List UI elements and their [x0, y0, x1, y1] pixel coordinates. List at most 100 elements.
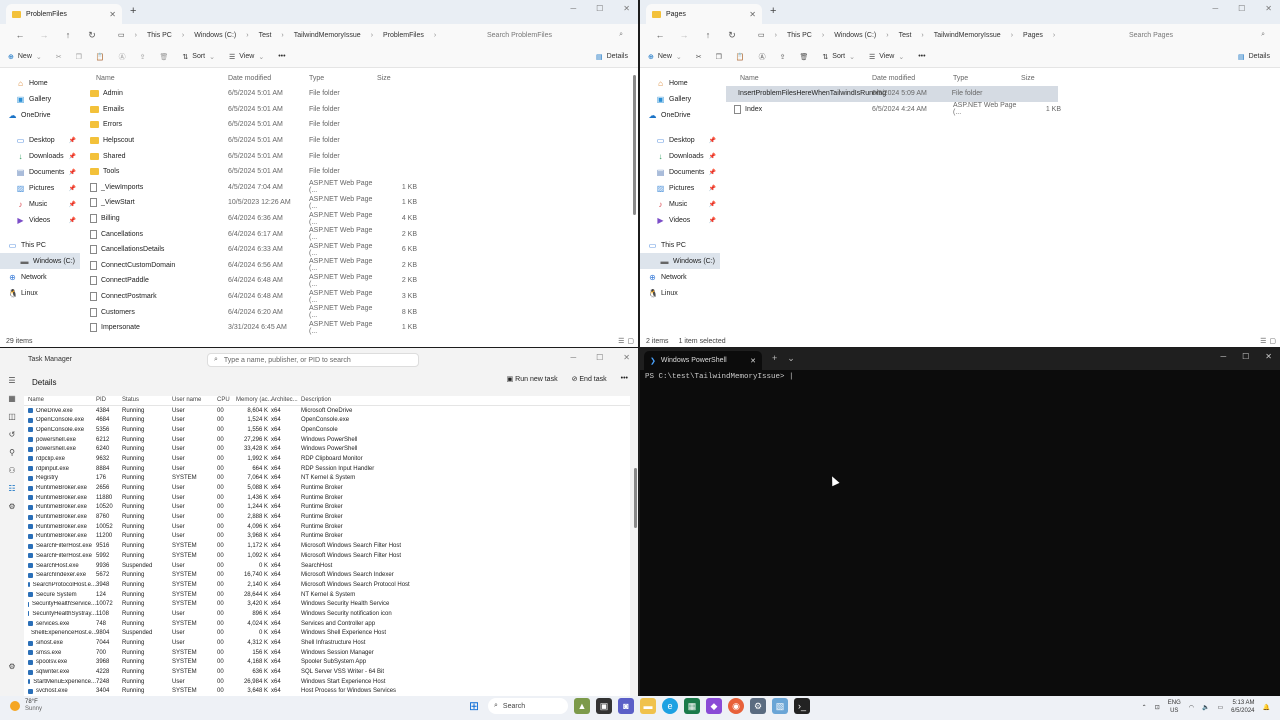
minimize-button[interactable]: ─	[570, 353, 576, 362]
column-cpu[interactable]: CPU	[217, 397, 236, 403]
nav-item-videos[interactable]: ▶ Videos 📌	[640, 212, 720, 228]
column-name[interactable]: Name	[726, 75, 872, 82]
file-row[interactable]: _ViewImports 4/5/2024 7:04 AM ASP.NET Web …	[82, 180, 630, 196]
nav-item-desktop[interactable]: ▭ Desktop 📌	[640, 132, 720, 148]
minimize-button[interactable]: ─	[1212, 4, 1218, 13]
nav-item-onedrive[interactable]: ☁ OneDrive	[640, 107, 720, 123]
dropdown-icon[interactable]: ⌄	[787, 353, 795, 364]
nav-item-network[interactable]: ⊕ Network	[0, 269, 80, 285]
search-input[interactable]: Search ProblemFiles ⌕	[480, 27, 630, 43]
nav-item-linux[interactable]: 🐧 Linux	[640, 285, 720, 301]
up-icon[interactable]: ↑	[696, 30, 720, 40]
refresh-icon[interactable]: ↻	[720, 30, 744, 41]
tab-powershell[interactable]: ❯ Windows PowerShell ✕	[644, 351, 762, 370]
refresh-icon[interactable]: ↻	[80, 30, 104, 41]
column-name[interactable]: Name	[24, 397, 96, 403]
hamburger-icon[interactable]: ☰	[8, 376, 15, 385]
process-row[interactable]: OpenConsole.exe 4684 Running User 00 1,524 Kx…	[24, 415, 630, 425]
column-architecture[interactable]: Architec...	[271, 397, 301, 403]
file-row[interactable]: Helpscout 6/5/2024 5:01 AM File folder	[82, 133, 630, 149]
file-row[interactable]: ConnectCustomDomain 6/4/2024 6:56 AM ASP.N…	[82, 258, 630, 274]
new-tab-button[interactable]: +	[770, 5, 776, 17]
close-window-button[interactable]: ✕	[1265, 4, 1272, 13]
terminal-app-icon[interactable]: ›_	[794, 698, 810, 714]
close-icon[interactable]: ✕	[749, 10, 756, 19]
rename-icon[interactable]: Ⓐ	[119, 52, 126, 62]
process-row[interactable]: RuntimeBroker.exe 10520 Running User 00 1,244…	[24, 503, 630, 513]
task-view-icon[interactable]: ▣	[596, 698, 612, 714]
details-button[interactable]: ▤ Details	[596, 53, 628, 61]
process-row[interactable]: sqlwriter.exe 4228 Running SYSTEM 00 636 Kx64…	[24, 667, 630, 677]
process-row[interactable]: svchost.exe 3404 Running SYSTEM 00 3,648 Kx64…	[24, 687, 630, 696]
clock[interactable]: 5:13 AM 6/5/2024	[1231, 699, 1254, 715]
widgets-icon[interactable]: ▲	[574, 698, 590, 714]
pin-icon[interactable]: 📌	[709, 153, 716, 160]
process-row[interactable]: SearchProtocolHost.e... 3948 Running SYSTEM…	[24, 580, 630, 590]
process-row[interactable]: OneDrive.exe 4384 Running User 00 8,604 Kx64 M…	[24, 406, 630, 416]
pin-icon[interactable]: 📌	[69, 153, 76, 160]
nav-item-downloads[interactable]: ↓ Downloads 📌	[0, 148, 80, 164]
process-row[interactable]: SearchFilterHost.exe 9516 Running SYSTEM 00 1…	[24, 541, 630, 551]
close-window-button[interactable]: ✕	[623, 4, 630, 13]
new-tab-button[interactable]: +	[772, 353, 777, 364]
visual-studio-icon[interactable]: ◆	[706, 698, 722, 714]
run-new-task-button[interactable]: ▣ Run new task	[507, 375, 558, 383]
store-icon[interactable]: ▦	[684, 698, 700, 714]
process-row[interactable]: SecurityHealthService... 10072 Running SYST…	[24, 599, 630, 609]
weather-widget[interactable]: 78°F Sunny	[10, 699, 42, 713]
column-status[interactable]: Status	[122, 397, 172, 403]
file-row[interactable]: Tools 6/5/2024 5:01 AM File folder	[82, 164, 630, 180]
file-row[interactable]: ConnectPostmark 6/4/2024 6:48 AM ASP.NET W…	[82, 289, 630, 305]
pin-icon[interactable]: 📌	[69, 185, 76, 192]
breadcrumb[interactable]: ▭ › This PC › Windows (C:) › Test › Tailwind…	[752, 27, 1112, 43]
breadcrumb-item[interactable]: This PC	[147, 32, 172, 39]
pin-icon[interactable]: 📌	[709, 201, 716, 208]
process-row[interactable]: rdpinput.exe 8884 Running User 00 664 Kx64 RDP…	[24, 464, 630, 474]
column-type[interactable]: Type	[309, 75, 377, 82]
process-row[interactable]: services.exe 748 Running SYSTEM 00 4,024 Kx64…	[24, 619, 630, 629]
close-icon[interactable]: ✕	[109, 10, 116, 19]
rename-icon[interactable]: Ⓐ	[759, 52, 766, 62]
file-row[interactable]: Cancellations 6/4/2024 6:17 AM ASP.NET Web…	[82, 226, 630, 242]
maximize-button[interactable]: ☐	[596, 4, 603, 13]
chat-icon[interactable]: ◙	[618, 698, 634, 714]
nav-item-videos[interactable]: ▶ Videos 📌	[0, 212, 80, 228]
file-row[interactable]: Customers 6/4/2024 6:20 AM ASP.NET Web Pag…	[82, 304, 630, 320]
end-task-button[interactable]: ⊘ End task	[572, 375, 607, 383]
column-type[interactable]: Type	[953, 75, 1021, 82]
notification-icon[interactable]: 🔔	[1263, 704, 1270, 711]
breadcrumb-item[interactable]: Windows (C:)	[834, 32, 876, 39]
view-button[interactable]: ☰ View ⌄	[229, 53, 264, 61]
chevron-up-icon[interactable]: ⌃	[1142, 704, 1147, 711]
process-row[interactable]: OpenConsole.exe 5356 Running User 00 1,556 Kx…	[24, 425, 630, 435]
file-row[interactable]: Admin 6/5/2024 5:01 AM File folder	[82, 86, 630, 102]
paste-icon[interactable]: 📋	[96, 53, 105, 61]
nav-item-downloads[interactable]: ↓ Downloads 📌	[640, 148, 720, 164]
settings-icon[interactable]: ⚙	[8, 662, 15, 671]
nav-item-home[interactable]: ⌂ Home	[0, 75, 80, 91]
column-memory[interactable]: Memory (ac...	[236, 397, 273, 403]
more-icon[interactable]: •••	[278, 53, 285, 60]
process-row[interactable]: powershell.exe 6212 Running User 00 27,296 Kx…	[24, 435, 630, 445]
process-row[interactable]: RuntimeBroker.exe 2656 Running User 00 5,088 …	[24, 483, 630, 493]
settings-app-icon[interactable]: ⚙	[750, 698, 766, 714]
file-row[interactable]: Shared 6/5/2024 5:01 AM File folder	[82, 148, 630, 164]
scrollbar[interactable]	[633, 75, 636, 215]
pin-icon[interactable]: 📌	[69, 217, 76, 224]
file-row[interactable]: Impersonate 3/31/2024 6:45 AM ASP.NET Web …	[82, 320, 630, 336]
pin-icon[interactable]: 📌	[709, 185, 716, 192]
nav-item-windows-c[interactable]: ▬ Windows (C:)	[640, 253, 720, 269]
details-view-icon[interactable]: ☰	[1260, 337, 1266, 345]
sort-button[interactable]: ⇅ Sort ⌄	[822, 53, 855, 61]
new-tab-button[interactable]: +	[130, 5, 136, 17]
column-name[interactable]: Name	[82, 75, 228, 82]
more-icon[interactable]: •••	[621, 375, 628, 383]
terminal-prompt[interactable]: PS C:\test\TailwindMemoryIssue> |	[645, 373, 794, 381]
app-icon[interactable]: ◉	[728, 698, 744, 714]
search-input[interactable]: Search Pages ⌕	[1122, 27, 1272, 43]
nav-item-this-pc[interactable]: ▭ This PC	[0, 237, 80, 253]
breadcrumb[interactable]: ▭ › This PC › Windows (C:) › Test › Tailwind…	[112, 27, 472, 43]
network-tray-icon[interactable]: ⊡	[1155, 704, 1160, 711]
breadcrumb-item[interactable]: TailwindMemoryIssue	[934, 32, 1001, 39]
share-icon[interactable]: ⇪	[140, 53, 146, 61]
